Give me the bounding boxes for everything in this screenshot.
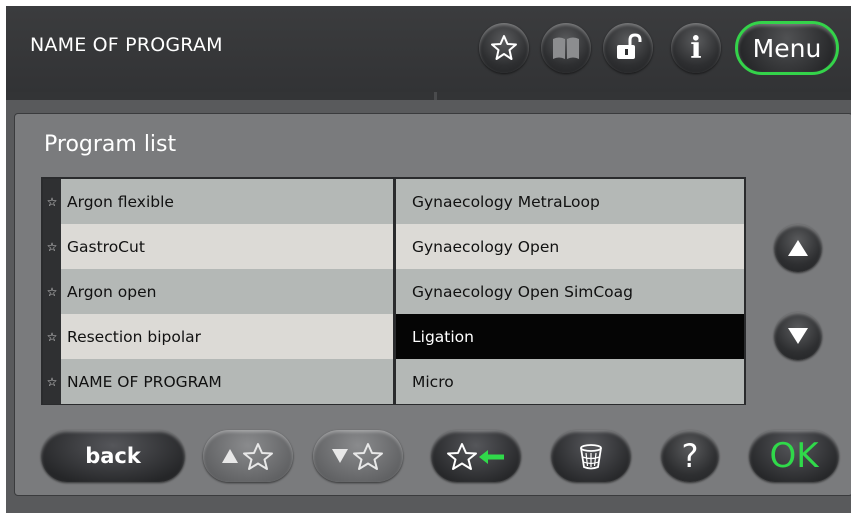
move-favorite-down-icon <box>332 443 383 470</box>
help-button[interactable]: ? <box>661 430 719 482</box>
scroll-up-icon <box>788 240 808 256</box>
list-item-label: NAME OF PROGRAM <box>67 372 222 391</box>
header-divider <box>6 92 851 100</box>
list-item-label: Resection bipolar <box>67 327 202 346</box>
list-item-label: Argon open <box>67 282 157 301</box>
header-bar: NAME OF PROGRAM i Menu <box>6 6 851 92</box>
list-item[interactable]: Micro <box>396 359 744 404</box>
delete-button[interactable] <box>551 430 631 482</box>
list-item-label: Ligation <box>412 327 474 346</box>
list-item[interactable]: ☆ NAME OF PROGRAM <box>43 359 393 404</box>
scroll-up-button[interactable] <box>774 224 822 272</box>
list-item[interactable]: ☆ GastroCut <box>43 224 393 269</box>
favorite-button[interactable] <box>479 23 529 73</box>
list-item-label: Gynaecology Open <box>412 237 560 256</box>
book-icon <box>553 37 579 59</box>
star-icon: ☆ <box>43 179 61 224</box>
list-item[interactable]: ☆ Resection bipolar <box>43 314 393 359</box>
add-to-favorites-button[interactable] <box>431 430 521 482</box>
trash-icon <box>580 444 602 470</box>
scroll-down-button[interactable] <box>774 312 822 360</box>
star-icon <box>491 35 517 60</box>
list-item-label: Micro <box>412 372 454 391</box>
list-item[interactable]: Gynaecology Open <box>396 224 744 269</box>
unlock-icon <box>617 33 642 59</box>
program-list: ☆ Argon flexible ☆ GastroCut ☆ Argon ope… <box>41 177 746 405</box>
menu-button[interactable]: Menu <box>735 21 839 75</box>
program-list-panel: Program list ☆ Argon flexible ☆ GastroCu… <box>14 113 851 496</box>
program-list-left-column: ☆ Argon flexible ☆ GastroCut ☆ Argon ope… <box>43 179 393 404</box>
help-icon: ? <box>681 437 699 475</box>
back-button-label: back <box>85 444 141 468</box>
unlock-button[interactable] <box>603 23 653 73</box>
manual-button[interactable] <box>541 23 591 73</box>
list-item-label: Argon flexible <box>67 192 174 211</box>
star-icon: ☆ <box>43 269 61 314</box>
list-item-selected[interactable]: Ligation <box>396 314 744 359</box>
star-icon: ☆ <box>43 359 61 404</box>
ok-button[interactable]: OK <box>749 430 839 482</box>
list-item[interactable]: Gynaecology MetraLoop <box>396 179 744 224</box>
ok-button-label: OK <box>769 436 819 476</box>
list-item[interactable]: ☆ Argon flexible <box>43 179 393 224</box>
move-favorite-up-button[interactable] <box>203 430 293 482</box>
list-item-label: GastroCut <box>67 237 145 256</box>
list-item[interactable]: ☆ Argon open <box>43 269 393 314</box>
back-button[interactable]: back <box>41 430 185 482</box>
info-button[interactable]: i <box>671 23 721 73</box>
star-icon: ☆ <box>43 314 61 359</box>
program-list-right-column: Gynaecology MetraLoop Gynaecology Open G… <box>396 179 744 404</box>
panel-title: Program list <box>44 132 177 157</box>
device-screen: NAME OF PROGRAM i Menu Program list ☆ Ar… <box>6 6 851 513</box>
list-item[interactable]: Gynaecology Open SimCoag <box>396 269 744 314</box>
list-item-label: Gynaecology MetraLoop <box>412 192 600 211</box>
scroll-down-icon <box>788 328 808 344</box>
info-icon: i <box>690 30 702 66</box>
star-icon: ☆ <box>43 224 61 269</box>
move-favorite-up-icon <box>222 443 273 470</box>
move-favorite-down-button[interactable] <box>313 430 403 482</box>
program-name-title: NAME OF PROGRAM <box>30 34 223 56</box>
list-item-label: Gynaecology Open SimCoag <box>412 282 633 301</box>
add-favorite-icon <box>447 443 504 470</box>
